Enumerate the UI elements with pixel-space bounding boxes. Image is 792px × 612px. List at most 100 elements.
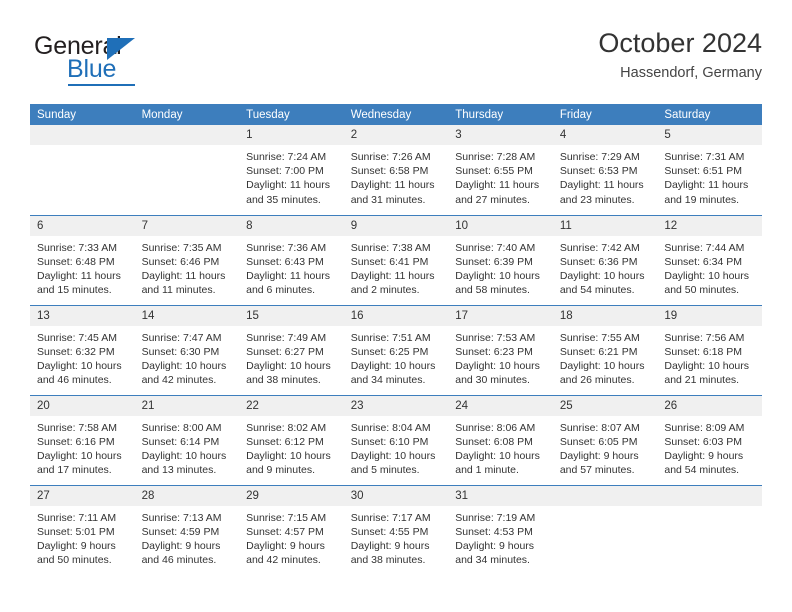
calendar-cell-empty <box>30 125 135 215</box>
day-number <box>657 485 762 506</box>
calendar-day-cell[interactable]: 20 Sunrise: 7:58 AM Sunset: 6:16 PM Dayligh… <box>30 395 135 485</box>
calendar-day-cell[interactable]: 26 Sunrise: 8:09 AM Sunset: 6:03 PM Dayligh… <box>657 395 762 485</box>
day-number: 22 <box>239 395 344 416</box>
weekday-header-wednesday: Wednesday <box>343 104 449 125</box>
daylight-duration: Daylight: 10 hours and 5 minutes. <box>350 449 436 477</box>
day-details: Sunrise: 7:15 AM Sunset: 4:57 PM Daylight:… <box>239 506 344 568</box>
calendar-day-cell[interactable]: 31 Sunrise: 7:19 AM Sunset: 4:53 PM Dayligh… <box>448 485 553 575</box>
sunrise-time: Sunrise: 7:17 AM <box>350 511 431 524</box>
day-details: Sunrise: 7:38 AM Sunset: 6:41 PM Daylight:… <box>344 236 449 298</box>
calendar-day-cell[interactable]: 12 Sunrise: 7:44 AM Sunset: 6:34 PM Dayligh… <box>657 215 762 305</box>
sunset-time: Sunset: 5:01 PM <box>37 525 115 538</box>
logo-text-blue: Blue <box>67 55 117 83</box>
day-number: 14 <box>134 305 240 326</box>
calendar-day-cell[interactable]: 30 Sunrise: 7:17 AM Sunset: 4:55 PM Dayligh… <box>343 485 449 575</box>
calendar-day-cell[interactable]: 8 Sunrise: 7:36 AM Sunset: 6:43 PM Daylight… <box>239 215 344 305</box>
daylight-duration: Daylight: 9 hours and 34 minutes. <box>455 539 535 567</box>
sunset-time: Sunset: 6:46 PM <box>141 255 220 268</box>
daylight-duration: Daylight: 10 hours and 13 minutes. <box>141 449 227 477</box>
sunrise-time: Sunrise: 7:26 AM <box>350 151 431 163</box>
day-details: Sunrise: 7:11 AM Sunset: 5:01 PM Daylight:… <box>30 506 135 568</box>
calendar-day-cell[interactable]: 18 Sunrise: 7:55 AM Sunset: 6:21 PM Dayligh… <box>552 305 658 395</box>
sunrise-time: Sunrise: 7:24 AM <box>246 151 327 163</box>
daylight-duration: Daylight: 10 hours and 50 minutes. <box>664 269 750 297</box>
weekday-header-friday: Friday <box>552 104 658 125</box>
sunset-time: Sunset: 6:48 PM <box>37 255 115 268</box>
calendar-day-cell[interactable]: 7 Sunrise: 7:35 AM Sunset: 6:46 PM Daylight… <box>134 215 240 305</box>
daylight-duration: Daylight: 11 hours and 15 minutes. <box>37 269 121 297</box>
calendar-day-cell[interactable]: 1 Sunrise: 7:24 AM Sunset: 7:00 PM Daylight… <box>239 125 344 215</box>
calendar-day-cell[interactable]: 15 Sunrise: 7:49 AM Sunset: 6:27 PM Dayligh… <box>239 305 344 395</box>
page-header: General Blue October 2024 Hassendorf, Ge… <box>30 26 762 98</box>
sunrise-time: Sunrise: 7:44 AM <box>664 241 745 254</box>
sunrise-time: Sunrise: 7:19 AM <box>455 511 536 524</box>
page-subtitle: Hassendorf, Germany <box>620 65 762 81</box>
calendar-day-cell[interactable]: 6 Sunrise: 7:33 AM Sunset: 6:48 PM Daylight… <box>30 215 135 305</box>
calendar-day-cell[interactable]: 14 Sunrise: 7:47 AM Sunset: 6:30 PM Dayligh… <box>134 305 240 395</box>
calendar-day-cell[interactable]: 9 Sunrise: 7:38 AM Sunset: 6:41 PM Daylight… <box>343 215 449 305</box>
sunset-time: Sunset: 7:00 PM <box>246 165 324 178</box>
calendar-day-cell[interactable]: 17 Sunrise: 7:53 AM Sunset: 6:23 PM Dayligh… <box>448 305 553 395</box>
sunrise-sunset-calendar: Sunday Monday Tuesday Wednesday Thursday… <box>30 104 762 575</box>
day-details: Sunrise: 7:28 AM Sunset: 6:55 PM Daylight:… <box>448 145 553 207</box>
generalblue-logo[interactable]: General Blue <box>34 32 204 88</box>
calendar-week-row: 20 Sunrise: 7:58 AM Sunset: 6:16 PM Dayligh… <box>30 395 762 485</box>
day-details: Sunrise: 8:04 AM Sunset: 6:10 PM Daylight:… <box>344 416 449 478</box>
calendar-day-cell[interactable]: 25 Sunrise: 8:07 AM Sunset: 6:05 PM Dayligh… <box>552 395 658 485</box>
calendar-day-cell[interactable]: 4 Sunrise: 7:29 AM Sunset: 6:53 PM Daylight… <box>552 125 658 215</box>
day-details: Sunrise: 8:06 AM Sunset: 6:08 PM Daylight:… <box>448 416 553 478</box>
sunset-time: Sunset: 6:10 PM <box>350 435 429 448</box>
daylight-duration: Daylight: 9 hours and 50 minutes. <box>37 539 116 567</box>
day-number: 21 <box>134 395 240 416</box>
sunrise-time: Sunrise: 8:04 AM <box>350 421 431 434</box>
daylight-duration: Daylight: 11 hours and 19 minutes. <box>664 179 749 206</box>
day-number: 12 <box>657 215 762 236</box>
calendar-day-cell[interactable]: 5 Sunrise: 7:31 AM Sunset: 6:51 PM Daylight… <box>657 125 762 215</box>
day-details: Sunrise: 7:42 AM Sunset: 6:36 PM Daylight:… <box>553 236 658 298</box>
day-number: 13 <box>30 305 135 326</box>
weekday-header-sunday: Sunday <box>30 104 135 125</box>
day-details: Sunrise: 7:40 AM Sunset: 6:39 PM Daylight:… <box>448 236 553 298</box>
daylight-duration: Daylight: 11 hours and 11 minutes. <box>141 269 226 297</box>
daylight-duration: Daylight: 9 hours and 46 minutes. <box>141 539 221 567</box>
calendar-day-cell[interactable]: 22 Sunrise: 8:02 AM Sunset: 6:12 PM Dayligh… <box>239 395 344 485</box>
calendar-day-cell[interactable]: 10 Sunrise: 7:40 AM Sunset: 6:39 PM Dayligh… <box>448 215 553 305</box>
calendar-day-cell[interactable]: 24 Sunrise: 8:06 AM Sunset: 6:08 PM Dayligh… <box>448 395 553 485</box>
calendar-day-cell[interactable]: 16 Sunrise: 7:51 AM Sunset: 6:25 PM Dayligh… <box>343 305 449 395</box>
sunrise-time: Sunrise: 7:15 AM <box>246 511 327 524</box>
day-number: 23 <box>343 395 449 416</box>
calendar-day-cell[interactable]: 11 Sunrise: 7:42 AM Sunset: 6:36 PM Dayligh… <box>552 215 658 305</box>
daylight-duration: Daylight: 9 hours and 54 minutes. <box>664 449 744 477</box>
day-number: 1 <box>239 125 344 145</box>
calendar-day-cell[interactable]: 21 Sunrise: 8:00 AM Sunset: 6:14 PM Dayligh… <box>134 395 240 485</box>
day-number: 9 <box>343 215 449 236</box>
sunrise-time: Sunrise: 7:31 AM <box>664 151 745 163</box>
day-details: Sunrise: 7:31 AM Sunset: 6:51 PM Daylight:… <box>657 145 762 207</box>
calendar-week-row: 1 Sunrise: 7:24 AM Sunset: 7:00 PM Daylight… <box>30 125 762 215</box>
daylight-duration: Daylight: 11 hours and 2 minutes. <box>350 269 435 297</box>
daylight-duration: Daylight: 11 hours and 31 minutes. <box>350 179 435 206</box>
calendar-day-cell[interactable]: 29 Sunrise: 7:15 AM Sunset: 4:57 PM Dayligh… <box>239 485 344 575</box>
daylight-duration: Daylight: 11 hours and 35 minutes. <box>246 179 330 206</box>
sunset-time: Sunset: 6:43 PM <box>246 255 324 268</box>
calendar-day-cell[interactable]: 13 Sunrise: 7:45 AM Sunset: 6:32 PM Dayligh… <box>30 305 135 395</box>
calendar-day-cell[interactable]: 3 Sunrise: 7:28 AM Sunset: 6:55 PM Daylight… <box>448 125 553 215</box>
calendar-day-cell[interactable]: 28 Sunrise: 7:13 AM Sunset: 4:59 PM Dayligh… <box>134 485 240 575</box>
daylight-duration: Daylight: 10 hours and 38 minutes. <box>246 359 331 387</box>
day-details: Sunrise: 7:56 AM Sunset: 6:18 PM Daylight:… <box>657 326 762 388</box>
calendar-day-cell[interactable]: 2 Sunrise: 7:26 AM Sunset: 6:58 PM Daylight… <box>343 125 449 215</box>
sunrise-time: Sunrise: 7:35 AM <box>141 241 222 254</box>
sunrise-time: Sunrise: 7:51 AM <box>350 331 431 344</box>
calendar-header-row: Sunday Monday Tuesday Wednesday Thursday… <box>30 104 762 125</box>
daylight-duration: Daylight: 9 hours and 38 minutes. <box>350 539 430 567</box>
sunset-time: Sunset: 4:57 PM <box>246 525 324 538</box>
calendar-day-cell[interactable]: 27 Sunrise: 7:11 AM Sunset: 5:01 PM Dayligh… <box>30 485 135 575</box>
sunset-time: Sunset: 6:34 PM <box>664 255 743 268</box>
day-number: 4 <box>552 125 658 145</box>
calendar-day-cell[interactable]: 23 Sunrise: 8:04 AM Sunset: 6:10 PM Dayligh… <box>343 395 449 485</box>
calendar-day-cell[interactable]: 19 Sunrise: 7:56 AM Sunset: 6:18 PM Dayligh… <box>657 305 762 395</box>
sunrise-time: Sunrise: 7:58 AM <box>37 421 117 434</box>
daylight-duration: Daylight: 10 hours and 17 minutes. <box>37 449 122 477</box>
sunset-time: Sunset: 4:55 PM <box>350 525 429 538</box>
day-details: Sunrise: 7:33 AM Sunset: 6:48 PM Daylight:… <box>30 236 135 298</box>
